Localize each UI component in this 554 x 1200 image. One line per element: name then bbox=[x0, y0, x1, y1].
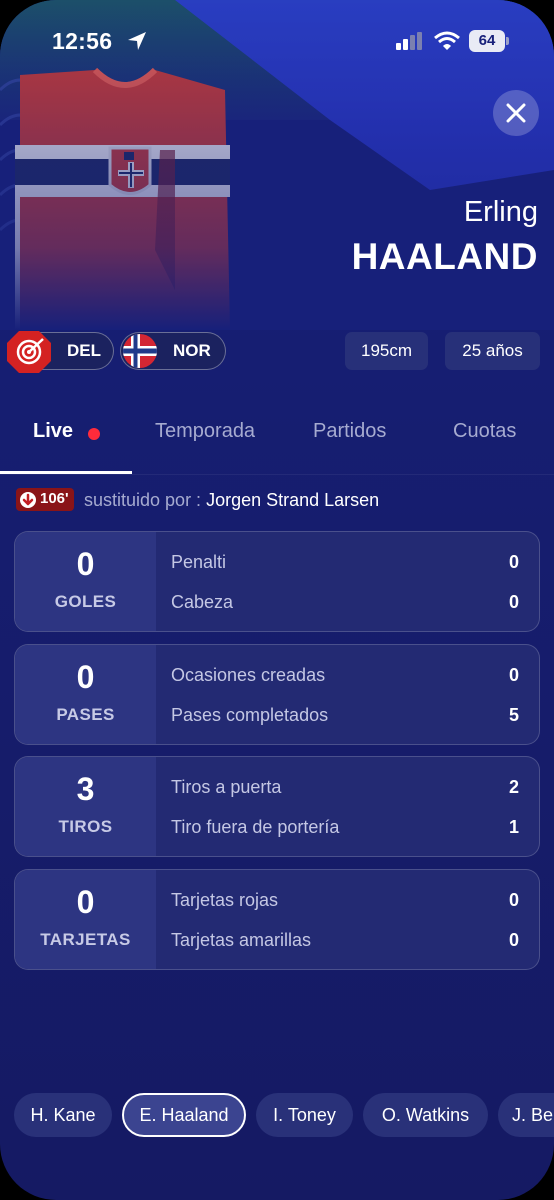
substitution-minute: 106' bbox=[40, 490, 69, 507]
player-detail-screen: 12:56 64 Erling HAALAND DEL NOR 195cm 25… bbox=[0, 0, 554, 1200]
stat-category: TIROS bbox=[58, 817, 113, 836]
height-chip: 195cm bbox=[345, 332, 428, 370]
stat-row-value: 0 bbox=[508, 930, 519, 950]
stat-total: 3 bbox=[76, 771, 95, 807]
stat-card-tiros: 3 TIROS Tiros a puerta 2 Tiro fuera de p… bbox=[14, 756, 540, 857]
substitution-badge: 106' bbox=[16, 488, 74, 511]
status-bar: 12:56 64 bbox=[0, 22, 554, 62]
tab-cuotas[interactable]: Cuotas bbox=[453, 420, 516, 443]
player-pill-haaland[interactable]: E. Haaland bbox=[122, 1093, 246, 1137]
close-icon bbox=[506, 103, 526, 123]
nationality-chip: NOR bbox=[120, 332, 226, 370]
player-pill-next[interactable]: J. Be bbox=[498, 1093, 554, 1137]
player-pill-watkins[interactable]: O. Watkins bbox=[363, 1093, 488, 1137]
stat-category: TARJETAS bbox=[40, 930, 131, 949]
stat-card-pases: 0 PASES Ocasiones creadas 0 Pases comple… bbox=[14, 644, 540, 745]
close-button[interactable] bbox=[493, 90, 539, 136]
stat-total: 0 bbox=[76, 884, 95, 920]
stat-row-value: 5 bbox=[508, 705, 519, 725]
cellular-signal-icon bbox=[396, 32, 422, 50]
tab-temporada[interactable]: Temporada bbox=[155, 420, 255, 443]
wifi-icon bbox=[434, 31, 460, 50]
substitute-player-name: Jorgen Strand Larsen bbox=[206, 490, 380, 510]
stat-category: GOLES bbox=[54, 592, 117, 611]
nationality-label: NOR bbox=[173, 341, 211, 360]
stat-row-label: Penalti bbox=[171, 552, 227, 572]
stat-total: 0 bbox=[76, 546, 95, 582]
location-arrow-icon bbox=[128, 32, 146, 50]
player-pill-toney[interactable]: I. Toney bbox=[256, 1093, 353, 1137]
player-last-name: HAALAND bbox=[351, 236, 538, 277]
player-first-name: Erling bbox=[463, 196, 538, 228]
tab-divider bbox=[0, 474, 554, 475]
age-chip: 25 años bbox=[445, 332, 540, 370]
active-tab-indicator bbox=[0, 471, 132, 474]
substitution-text: sustituido por : Jorgen Strand Larsen bbox=[84, 490, 379, 511]
stat-row-label: Pases completados bbox=[171, 705, 329, 725]
substitution-label: sustituido por : bbox=[84, 490, 202, 510]
tab-live[interactable]: Live bbox=[33, 420, 73, 443]
stat-row-value: 2 bbox=[508, 777, 519, 797]
stat-row-label: Tiros a puerta bbox=[171, 777, 282, 797]
position-chip: DEL bbox=[7, 331, 114, 373]
position-label: DEL bbox=[67, 341, 101, 360]
stat-row-label: Ocasiones creadas bbox=[171, 665, 326, 685]
player-pill-kane[interactable]: H. Kane bbox=[14, 1093, 112, 1137]
status-time: 12:56 bbox=[52, 28, 113, 54]
stat-row-label: Cabeza bbox=[171, 592, 234, 612]
stat-row-value: 1 bbox=[508, 817, 519, 837]
stat-category: PASES bbox=[56, 705, 115, 724]
live-indicator-dot bbox=[88, 428, 100, 440]
arrow-down-icon bbox=[20, 492, 36, 508]
battery-icon: 64 bbox=[469, 30, 509, 52]
tab-partidos[interactable]: Partidos bbox=[313, 420, 386, 443]
stat-row-value: 0 bbox=[508, 665, 519, 685]
stat-row-label: Tiro fuera de portería bbox=[171, 817, 340, 837]
norway-flag-icon bbox=[123, 334, 157, 368]
stat-row-label: Tarjetas amarillas bbox=[171, 930, 312, 950]
stat-card-tarjetas: 0 TARJETAS Tarjetas rojas 0 Tarjetas ama… bbox=[14, 869, 540, 970]
stat-total: 0 bbox=[76, 659, 95, 695]
target-icon bbox=[7, 331, 51, 373]
stat-card-goles: 0 GOLES Penalti 0 Cabeza 0 bbox=[14, 531, 540, 632]
battery-level: 64 bbox=[469, 30, 505, 52]
stat-row-value: 0 bbox=[508, 890, 519, 910]
stat-row-value: 0 bbox=[508, 592, 519, 612]
stat-row-label: Tarjetas rojas bbox=[171, 890, 279, 910]
stat-row-value: 0 bbox=[508, 552, 519, 572]
